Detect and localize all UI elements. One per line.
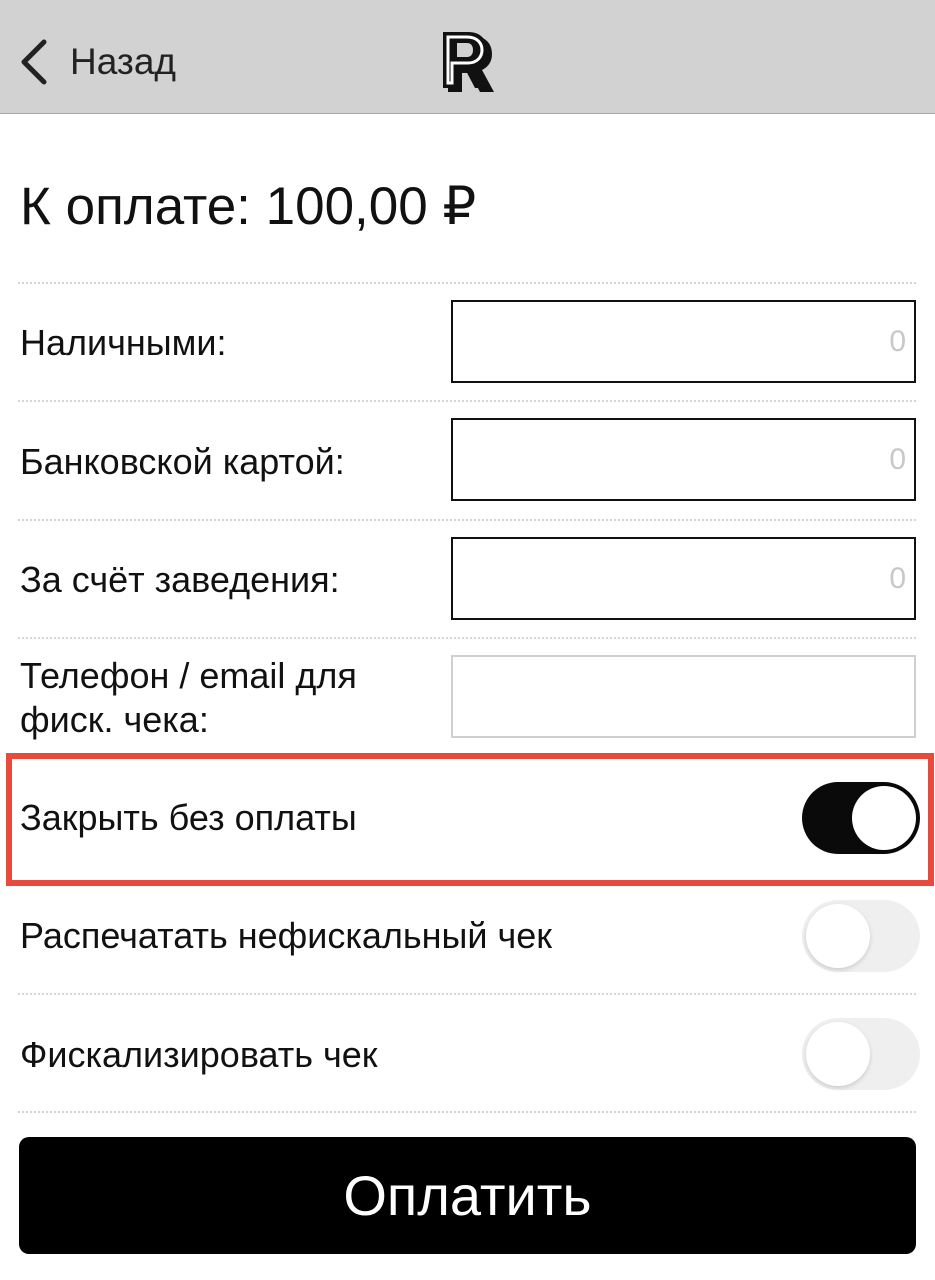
receipt-contact-label-line1: Телефон / email для [20,655,357,696]
toggle-knob [852,786,916,850]
toggle-knob [806,904,870,968]
receipt-contact-input[interactable] [451,655,916,738]
navbar: Назад [0,0,935,114]
divider [18,637,916,639]
divider [18,1111,916,1113]
chevron-left-icon [18,39,48,85]
cash-label: Наличными: [20,322,227,363]
pay-button[interactable]: Оплатить [19,1137,916,1254]
divider [18,993,916,995]
cash-input[interactable] [451,300,916,383]
divider [18,519,916,521]
divider [18,400,916,402]
back-button[interactable]: Назад [18,36,176,88]
divider [18,282,916,284]
back-label: Назад [70,41,177,82]
amount-due: К оплате: 100,00 ₽ [20,177,477,236]
card-input[interactable] [451,418,916,501]
fiscalize-toggle[interactable] [802,1018,920,1090]
house-account-input[interactable] [451,537,916,620]
pay-button-label: Оплатить [343,1164,592,1227]
close-without-payment-toggle[interactable] [802,782,920,854]
card-label: Банковской картой: [20,441,345,482]
print-nonfiscal-label: Распечатать нефискальный чек [20,915,553,956]
print-nonfiscal-toggle[interactable] [802,900,920,972]
house-account-label: За счёт заведения: [20,559,340,600]
toggle-knob [806,1022,870,1086]
app-logo [440,30,496,94]
fiscalize-label: Фискализировать чек [20,1034,378,1075]
close-without-payment-label: Закрыть без оплаты [20,797,357,838]
receipt-contact-label-line2: фиск. чека: [20,699,209,740]
